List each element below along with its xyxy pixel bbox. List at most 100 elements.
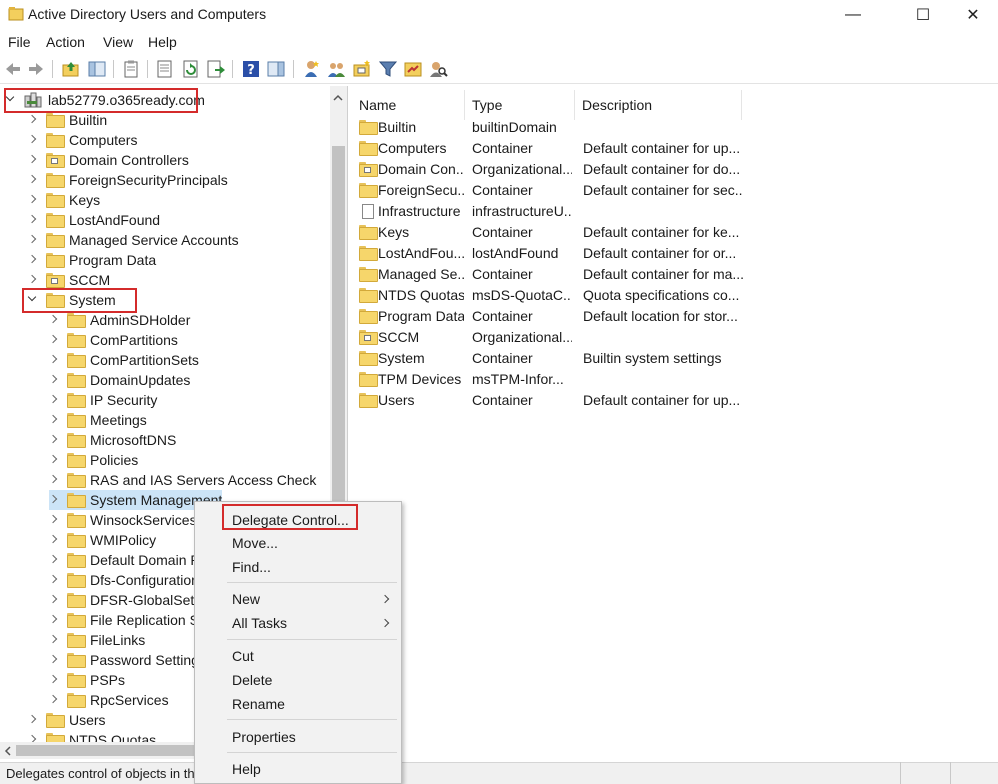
column-header-description[interactable]: Description xyxy=(575,90,742,120)
tree-horizontal-scroll-thumb[interactable] xyxy=(16,745,194,756)
scroll-up-icon[interactable] xyxy=(331,92,345,104)
tree-item[interactable]: Builtin xyxy=(28,110,107,130)
menu-view[interactable]: View xyxy=(103,34,133,50)
tree-item[interactable]: WinsockServices xyxy=(49,510,197,530)
list-cell-name[interactable]: TPM Devices xyxy=(378,371,464,387)
chevron-right-icon[interactable] xyxy=(49,315,59,325)
help-icon[interactable]: ? xyxy=(241,59,261,79)
chevron-right-icon[interactable] xyxy=(28,235,38,245)
menu-item-properties[interactable]: Properties xyxy=(232,729,296,745)
tree-item[interactable]: ForeignSecurityPrincipals xyxy=(28,170,228,190)
chevron-right-icon[interactable] xyxy=(49,475,59,485)
chevron-right-icon[interactable] xyxy=(49,595,59,605)
tree-item[interactable]: File Replication Se xyxy=(49,610,207,630)
chevron-right-icon[interactable] xyxy=(28,275,38,285)
chevron-right-icon[interactable] xyxy=(49,615,59,625)
tree-item[interactable]: MicrosoftDNS xyxy=(49,430,176,450)
chevron-right-icon[interactable] xyxy=(49,335,59,345)
new-user-icon[interactable] xyxy=(302,59,322,79)
chevron-right-icon[interactable] xyxy=(49,495,59,505)
tree-item[interactable]: AdminSDHolder xyxy=(49,310,190,330)
list-cell-name[interactable]: LostAndFou... xyxy=(378,245,464,261)
menu-file[interactable]: File xyxy=(8,34,31,50)
tree-item[interactable]: LostAndFound xyxy=(28,210,160,230)
tree-item[interactable]: IP Security xyxy=(49,390,157,410)
list-cell-name[interactable]: Computers xyxy=(378,140,464,156)
chevron-right-icon[interactable] xyxy=(28,115,38,125)
tree-item[interactable]: SCCM xyxy=(28,270,110,290)
scroll-left-icon[interactable] xyxy=(2,744,14,758)
chevron-right-icon[interactable] xyxy=(49,655,59,665)
tree-item[interactable]: DomainUpdates xyxy=(49,370,190,390)
chevron-right-icon[interactable] xyxy=(28,215,38,225)
chevron-right-icon[interactable] xyxy=(49,555,59,565)
chevron-right-icon[interactable] xyxy=(28,135,38,145)
chevron-right-icon[interactable] xyxy=(28,155,38,165)
list-cell-name[interactable]: Program Data xyxy=(378,308,464,324)
tree-item[interactable]: Computers xyxy=(28,130,137,150)
list-cell-name[interactable]: Domain Con... xyxy=(378,161,464,177)
chevron-right-icon[interactable] xyxy=(49,575,59,585)
menu-item-rename[interactable]: Rename xyxy=(232,696,285,712)
tree-item[interactable]: Default Domain P xyxy=(49,550,200,570)
minimize-button[interactable]: — xyxy=(830,0,876,30)
chevron-right-icon[interactable] xyxy=(49,375,59,385)
list-cell-name[interactable]: SCCM xyxy=(378,329,464,345)
add-to-group-icon[interactable] xyxy=(403,59,423,79)
tree-item[interactable]: FileLinks xyxy=(49,630,145,650)
tree-item[interactable]: ComPartitionSets xyxy=(49,350,199,370)
chevron-right-icon[interactable] xyxy=(49,435,59,445)
refresh-icon[interactable] xyxy=(181,59,201,79)
chevron-right-icon[interactable] xyxy=(28,715,38,725)
list-cell-name[interactable]: Keys xyxy=(378,224,464,240)
menu-item-cut[interactable]: Cut xyxy=(232,648,254,664)
tree-item[interactable]: Keys xyxy=(28,190,100,210)
filter-icon[interactable] xyxy=(378,59,398,79)
menu-item-help[interactable]: Help xyxy=(232,761,261,777)
properties-icon[interactable] xyxy=(155,59,175,79)
chevron-right-icon[interactable] xyxy=(49,695,59,705)
export-list-icon[interactable] xyxy=(206,59,226,79)
menu-item-find[interactable]: Find... xyxy=(232,559,271,575)
list-cell-name[interactable]: Managed Se... xyxy=(378,266,464,282)
chevron-right-icon[interactable] xyxy=(49,635,59,645)
tree-item[interactable]: Domain Controllers xyxy=(28,150,189,170)
action-pane-icon[interactable] xyxy=(266,59,286,79)
tree-item[interactable]: RAS and IAS Servers Access Check xyxy=(49,470,316,490)
tree-item[interactable]: Users xyxy=(28,710,106,730)
tree-item[interactable]: Policies xyxy=(49,450,138,470)
tree-item[interactable]: Dfs-Configuration xyxy=(49,570,199,590)
tree-item[interactable]: Meetings xyxy=(49,410,147,430)
menu-help[interactable]: Help xyxy=(148,34,177,50)
chevron-right-icon[interactable] xyxy=(49,415,59,425)
tree-item[interactable]: RpcServices xyxy=(49,690,169,710)
tree-item[interactable]: Program Data xyxy=(28,250,156,270)
menu-action[interactable]: Action xyxy=(46,34,85,50)
maximize-button[interactable]: ☐ xyxy=(900,0,946,30)
menu-item-new[interactable]: New xyxy=(232,591,260,607)
find-icon[interactable] xyxy=(428,59,448,79)
list-cell-name[interactable]: Builtin xyxy=(378,119,464,135)
back-arrow-icon[interactable] xyxy=(3,59,23,79)
tree-item[interactable]: Managed Service Accounts xyxy=(28,230,239,250)
tree-item[interactable]: ComPartitions xyxy=(49,330,178,350)
menu-item-all-tasks[interactable]: All Tasks xyxy=(232,615,287,631)
chevron-right-icon[interactable] xyxy=(49,355,59,365)
chevron-right-icon[interactable] xyxy=(28,255,38,265)
list-cell-name[interactable]: System xyxy=(378,350,464,366)
list-cell-name[interactable]: ForeignSecu... xyxy=(378,182,464,198)
chevron-right-icon[interactable] xyxy=(28,175,38,185)
chevron-down-icon[interactable] xyxy=(6,95,16,105)
new-ou-icon[interactable] xyxy=(352,59,372,79)
column-header-name[interactable]: Name xyxy=(352,90,465,120)
forward-arrow-icon[interactable] xyxy=(26,59,46,79)
tree-item[interactable]: PSPs xyxy=(49,670,125,690)
chevron-down-icon[interactable] xyxy=(28,295,38,305)
chevron-right-icon[interactable] xyxy=(49,515,59,525)
close-button[interactable]: ✕ xyxy=(950,0,996,30)
list-cell-name[interactable]: Infrastructure xyxy=(378,203,464,219)
show-console-tree-icon[interactable] xyxy=(87,59,107,79)
chevron-right-icon[interactable] xyxy=(49,535,59,545)
chevron-right-icon[interactable] xyxy=(49,395,59,405)
list-cell-name[interactable]: NTDS Quotas xyxy=(378,287,464,303)
